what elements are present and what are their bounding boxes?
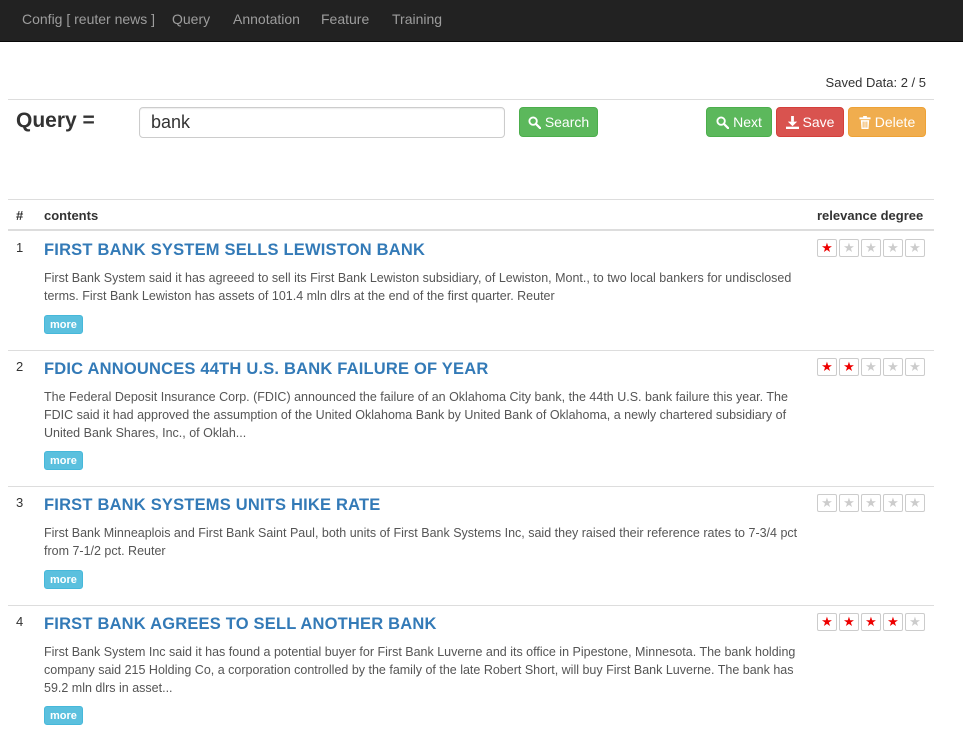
search-icon: [528, 115, 541, 129]
relevance-rating: ★ ★ ★ ★ ★: [817, 239, 925, 257]
nav-config[interactable]: Config [ reuter news ]: [22, 11, 155, 27]
star-icon[interactable]: ★: [883, 239, 903, 257]
article-snippet: The Federal Deposit Insurance Corp. (FDI…: [44, 390, 788, 440]
article-title-link[interactable]: FIRST BANK SYSTEM SELLS LEWISTON BANK: [44, 241, 425, 260]
search-icon: [716, 115, 730, 129]
star-icon[interactable]: ★: [905, 613, 925, 631]
star-icon[interactable]: ★: [883, 358, 903, 376]
star-icon[interactable]: ★: [883, 613, 903, 631]
query-input[interactable]: [139, 107, 505, 138]
saved-data-status: Saved Data: 2 / 5: [825, 75, 926, 90]
next-button[interactable]: Next: [706, 107, 772, 137]
column-header-contents: contents: [44, 208, 99, 223]
table-row: 3 FIRST BANK SYSTEMS UNITS HIKE RATE Fir…: [8, 486, 934, 605]
column-header-number: #: [16, 208, 24, 223]
row-divider: [8, 486, 934, 487]
star-icon[interactable]: ★: [861, 239, 881, 257]
more-button[interactable]: more: [44, 315, 83, 334]
row-number: 4: [16, 614, 24, 629]
relevance-rating: ★ ★ ★ ★ ★: [817, 613, 925, 631]
star-icon[interactable]: ★: [905, 494, 925, 512]
star-icon[interactable]: ★: [883, 494, 903, 512]
search-button-label: Search: [544, 114, 590, 130]
search-button[interactable]: Search: [519, 107, 598, 137]
star-icon[interactable]: ★: [861, 358, 881, 376]
star-icon[interactable]: ★: [817, 613, 837, 631]
delete-button[interactable]: Delete: [848, 107, 926, 137]
row-divider: [8, 605, 934, 606]
more-button[interactable]: more: [44, 451, 83, 470]
top-navbar: Config [ reuter news ] Query Annotation …: [0, 0, 963, 42]
table-divider: [8, 199, 934, 200]
article-title-link[interactable]: FIRST BANK AGREES TO SELL ANOTHER BANK: [44, 615, 437, 634]
row-divider: [8, 350, 934, 351]
star-icon[interactable]: ★: [839, 358, 859, 376]
delete-button-label: Delete: [874, 114, 916, 130]
next-button-label: Next: [733, 114, 762, 130]
table-row: 1 FIRST BANK SYSTEM SELLS LEWISTON BANK …: [8, 231, 934, 350]
star-icon[interactable]: ★: [817, 358, 837, 376]
star-icon[interactable]: ★: [817, 494, 837, 512]
star-icon[interactable]: ★: [905, 358, 925, 376]
divider: [8, 99, 934, 100]
article-title-link[interactable]: FDIC ANNOUNCES 44TH U.S. BANK FAILURE OF…: [44, 360, 488, 379]
article-snippet: First Bank System said it has agreeed to…: [44, 271, 792, 303]
star-icon[interactable]: ★: [905, 239, 925, 257]
nav-feature[interactable]: Feature: [321, 11, 369, 27]
nav-training[interactable]: Training: [392, 11, 442, 27]
star-icon[interactable]: ★: [861, 494, 881, 512]
star-icon[interactable]: ★: [839, 613, 859, 631]
row-number: 3: [16, 495, 24, 510]
star-icon[interactable]: ★: [817, 239, 837, 257]
article-title-link[interactable]: FIRST BANK SYSTEMS UNITS HIKE RATE: [44, 496, 381, 515]
nav-query[interactable]: Query: [172, 11, 210, 27]
row-number: 1: [16, 240, 24, 255]
star-icon[interactable]: ★: [861, 613, 881, 631]
table-row: 2 FDIC ANNOUNCES 44TH U.S. BANK FAILURE …: [8, 350, 934, 486]
column-header-relevance: relevance degree: [817, 208, 924, 223]
article-snippet: First Bank Minneaplois and First Bank Sa…: [44, 526, 798, 558]
relevance-rating: ★ ★ ★ ★ ★: [817, 358, 925, 376]
row-number: 2: [16, 359, 24, 374]
trash-icon: [859, 115, 871, 129]
more-button[interactable]: more: [44, 570, 83, 589]
article-snippet: First Bank System Inc said it has found …: [44, 645, 796, 695]
relevance-rating: ★ ★ ★ ★ ★: [817, 494, 925, 512]
table-row: 4 FIRST BANK AGREES TO SELL ANOTHER BANK…: [8, 605, 934, 733]
star-icon[interactable]: ★: [839, 239, 859, 257]
download-icon: [785, 115, 799, 129]
more-button[interactable]: more: [44, 706, 83, 725]
save-button-label: Save: [802, 114, 835, 130]
nav-annotation[interactable]: Annotation: [233, 11, 300, 27]
save-button[interactable]: Save: [776, 107, 844, 137]
star-icon[interactable]: ★: [839, 494, 859, 512]
query-label: Query =: [16, 109, 95, 132]
